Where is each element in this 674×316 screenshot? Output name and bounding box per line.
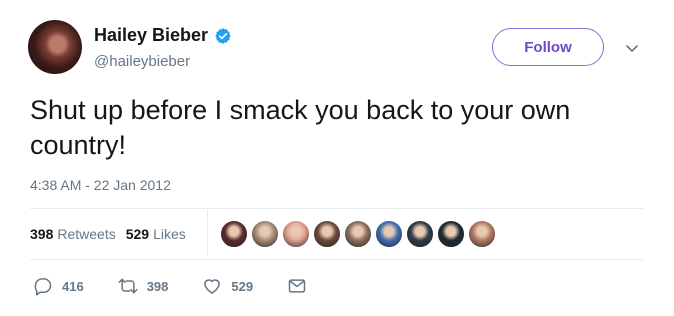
liker-avatar[interactable] bbox=[344, 220, 372, 248]
liker-avatar[interactable] bbox=[468, 220, 496, 248]
liker-avatar[interactable] bbox=[220, 220, 248, 248]
like-button[interactable]: 529 bbox=[202, 276, 253, 296]
verified-badge-icon bbox=[215, 27, 231, 44]
liker-avatar[interactable] bbox=[375, 220, 403, 248]
direct-message-button[interactable] bbox=[287, 276, 307, 296]
divider bbox=[30, 208, 644, 209]
liker-avatars bbox=[220, 220, 496, 248]
engagement-stats: 398 Retweets 529 Likes bbox=[30, 226, 186, 242]
reply-button[interactable]: 416 bbox=[33, 276, 84, 296]
heart-icon bbox=[204, 279, 221, 294]
author-handle[interactable]: @haileybieber bbox=[94, 53, 190, 70]
tweet-text: Shut up before I smack you back to your … bbox=[30, 95, 571, 160]
author-name-row: Hailey Bieber bbox=[94, 25, 232, 46]
envelope-icon bbox=[288, 279, 306, 293]
stats-separator bbox=[207, 210, 208, 256]
reply-icon bbox=[34, 278, 52, 296]
divider bbox=[30, 259, 644, 260]
chevron-down-icon[interactable] bbox=[624, 40, 640, 56]
liker-avatar[interactable] bbox=[313, 220, 341, 248]
tweet-actions: 416 398 529 bbox=[33, 276, 341, 296]
liker-avatar[interactable] bbox=[282, 220, 310, 248]
retweet-button[interactable]: 398 bbox=[118, 276, 169, 296]
liker-avatar[interactable] bbox=[251, 220, 279, 248]
retweets-stat[interactable]: 398 Retweets bbox=[30, 226, 116, 242]
author-name[interactable]: Hailey Bieber bbox=[94, 25, 208, 46]
reply-count: 416 bbox=[62, 278, 84, 294]
liker-avatar[interactable] bbox=[437, 220, 465, 248]
author-avatar[interactable] bbox=[28, 20, 82, 74]
liker-avatar[interactable] bbox=[406, 220, 434, 248]
retweet-count: 398 bbox=[146, 278, 169, 294]
retweet-icon bbox=[118, 278, 138, 294]
likes-stat[interactable]: 529 Likes bbox=[126, 226, 186, 242]
like-count: 529 bbox=[231, 278, 254, 294]
tweet-timestamp[interactable]: 4:38 AM - 22 Jan 2012 bbox=[30, 177, 171, 193]
follow-button[interactable]: Follow bbox=[492, 28, 604, 66]
